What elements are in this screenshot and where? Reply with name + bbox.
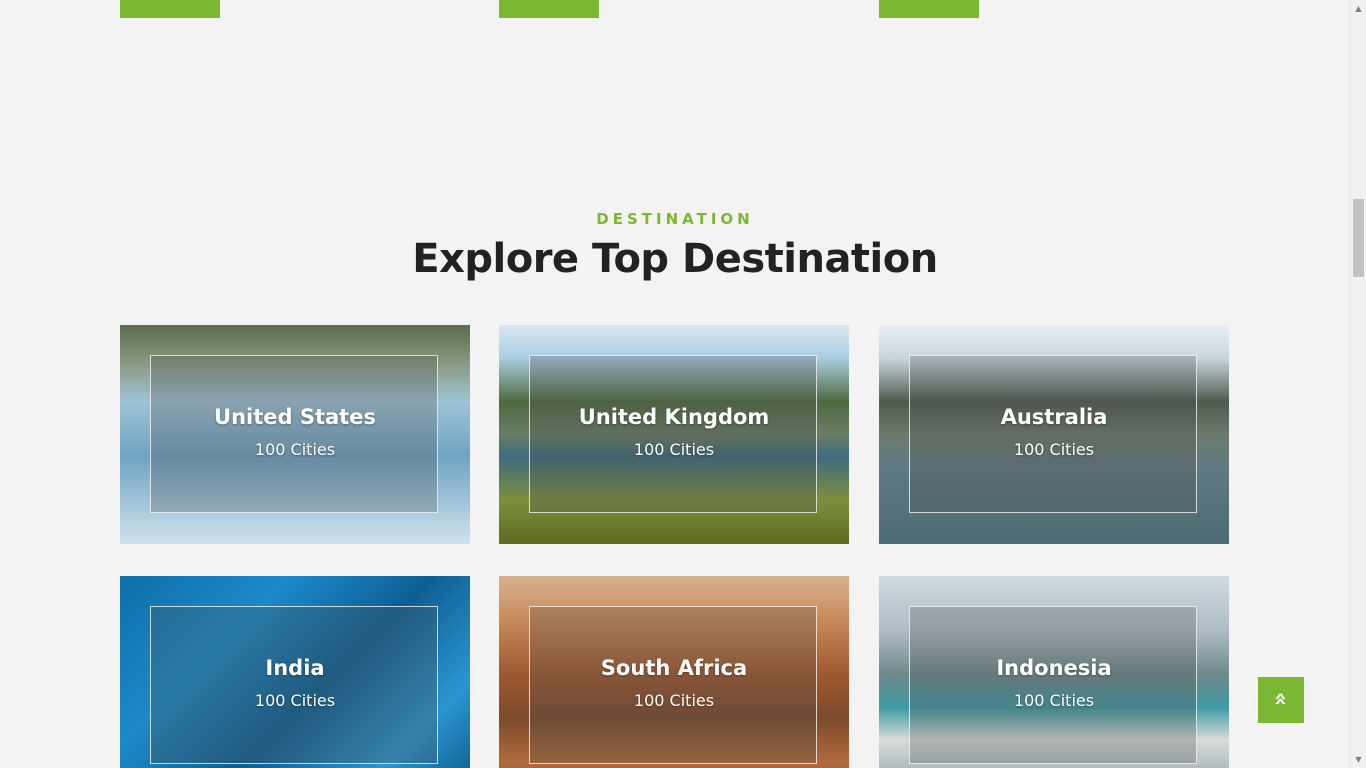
destination-name: United Kingdom [578, 405, 770, 429]
destination-name: India [265, 656, 325, 680]
card-frame [529, 606, 817, 764]
scrollbar[interactable]: ▲ ▼ [1349, 0, 1366, 768]
destination-count: 100 Cities [254, 440, 336, 459]
previous-section-button[interactable] [499, 0, 599, 18]
scrollbar-thumb[interactable] [1353, 199, 1364, 277]
card-frame [150, 606, 438, 764]
back-to-top-button[interactable]: » [1258, 677, 1304, 723]
scroll-up-arrow-icon[interactable]: ▲ [1350, 0, 1366, 17]
scroll-down-arrow-icon[interactable]: ▼ [1350, 751, 1366, 768]
destination-count: 100 Cities [1013, 691, 1095, 710]
card-frame [909, 606, 1197, 764]
destination-name: Indonesia [996, 656, 1112, 680]
destination-card-australia[interactable]: Australia 100 Cities [879, 325, 1229, 544]
section-eyebrow: DESTINATION [596, 210, 754, 228]
double-chevron-up-icon: » [1268, 691, 1293, 707]
destination-card-united-kingdom[interactable]: United Kingdom 100 Cities [499, 325, 849, 544]
destination-name: South Africa [600, 656, 748, 680]
card-frame [529, 355, 817, 513]
destination-count: 100 Cities [1013, 440, 1095, 459]
section-title: Explore Top Destination [412, 236, 938, 282]
destination-name: Australia [1000, 405, 1108, 429]
previous-section-button[interactable] [120, 0, 220, 18]
destination-card-united-states[interactable]: United States 100 Cities [120, 325, 470, 544]
destination-name: United States [214, 405, 376, 429]
card-frame [150, 355, 438, 513]
card-frame [909, 355, 1197, 513]
destination-count: 100 Cities [254, 691, 336, 710]
destination-card-india[interactable]: India 100 Cities [120, 576, 470, 768]
destination-count: 100 Cities [633, 691, 715, 710]
previous-section-button[interactable] [879, 0, 979, 18]
destination-card-indonesia[interactable]: Indonesia 100 Cities [879, 576, 1229, 768]
destination-count: 100 Cities [633, 440, 715, 459]
destination-card-south-africa[interactable]: South Africa 100 Cities [499, 576, 849, 768]
